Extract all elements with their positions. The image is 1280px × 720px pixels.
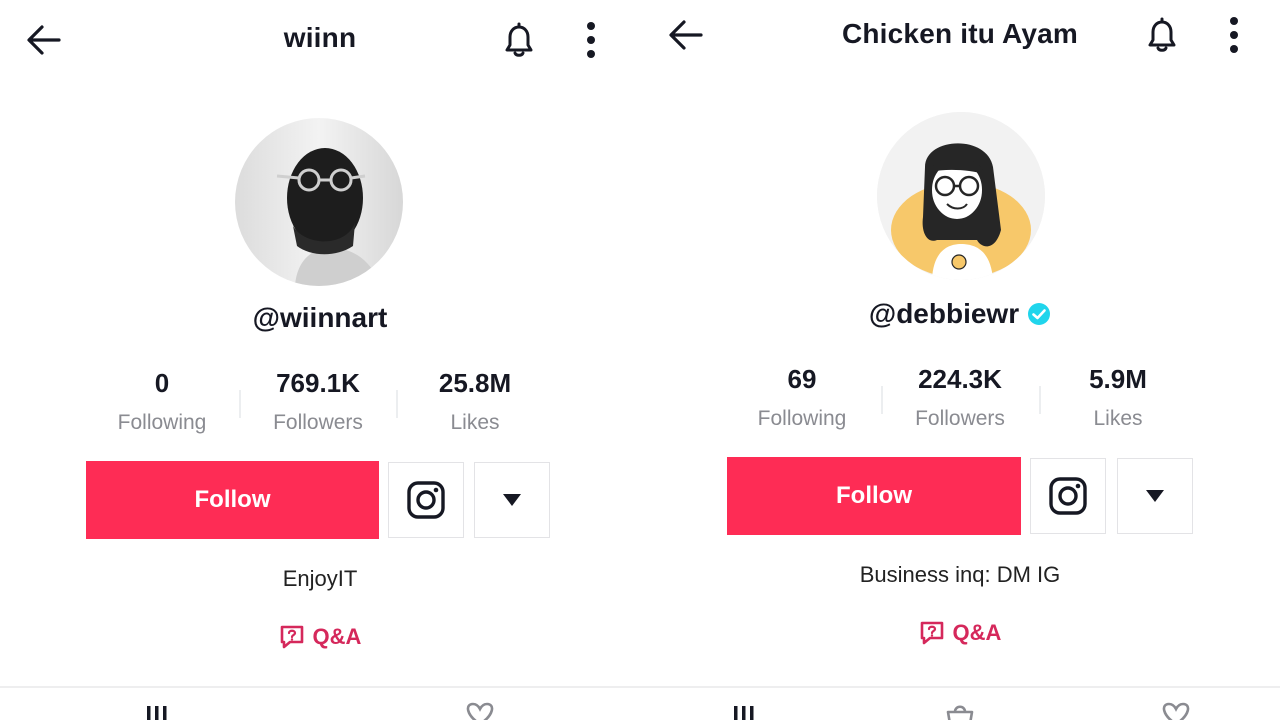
- profile-stats: 0 Following 769.1K Followers 25.8M Likes: [0, 368, 640, 448]
- stat-label: Likes: [450, 411, 500, 434]
- stat-value: 69: [787, 364, 817, 394]
- instagram-icon: [1049, 477, 1087, 515]
- caret-down-icon: [503, 494, 521, 506]
- qa-label: Q&A: [952, 620, 1002, 645]
- stat-label: Likes: [1093, 407, 1143, 430]
- stat-label: Following: [117, 411, 207, 434]
- question-bubble-icon: [280, 625, 303, 649]
- more-vertical-icon: [587, 22, 595, 58]
- username: @debbiewr: [640, 298, 1280, 330]
- stat-value: 769.1K: [276, 368, 360, 398]
- top-bar: Chicken itu Ayam: [640, 0, 1280, 80]
- qa-label: Q&A: [312, 624, 362, 649]
- more-dropdown-button[interactable]: [1117, 458, 1193, 534]
- stat-value: 0: [154, 368, 170, 398]
- tab-videos[interactable]: [137, 702, 177, 720]
- stat-label: Followers: [915, 407, 1005, 430]
- tab-liked[interactable]: [1156, 702, 1196, 720]
- bell-icon: [1148, 17, 1176, 52]
- bio-text: Business inq: DM IG: [859, 562, 1061, 587]
- more-options-button[interactable]: [569, 18, 613, 62]
- tab-shop[interactable]: [940, 702, 980, 720]
- stat-likes[interactable]: 5.9M Likes: [1040, 364, 1196, 431]
- bell-icon: [505, 22, 533, 57]
- stat-label: Followers: [273, 411, 363, 434]
- bag-tab-icon: [946, 705, 974, 720]
- stat-followers[interactable]: 224.3K Followers: [882, 364, 1038, 431]
- instagram-button[interactable]: [388, 462, 464, 538]
- verified-badge-icon: [1027, 302, 1051, 326]
- caret-down-icon: [1146, 490, 1164, 502]
- stat-label: Following: [757, 407, 847, 430]
- more-options-button[interactable]: [1212, 13, 1256, 57]
- content-tab-bar: [0, 686, 640, 720]
- avatar: [235, 118, 403, 286]
- profile-stats: 69 Following 224.3K Followers 5.9M Likes: [640, 364, 1280, 444]
- notification-bell-button[interactable]: [1140, 13, 1184, 57]
- heart-tab-icon: [466, 702, 494, 720]
- stat-following[interactable]: 0 Following: [84, 368, 240, 435]
- stat-value: 5.9M: [1089, 364, 1147, 394]
- bio-text: EnjoyIT: [282, 566, 358, 591]
- more-dropdown-button[interactable]: [474, 462, 550, 538]
- username-text: @wiinnart: [252, 302, 388, 333]
- grid-tab-icon: [734, 706, 754, 720]
- notification-bell-button[interactable]: [497, 18, 541, 62]
- heart-tab-icon: [1162, 702, 1190, 720]
- qa-link[interactable]: Q&A: [0, 624, 640, 650]
- top-bar: wiinn: [0, 0, 640, 80]
- instagram-icon: [407, 481, 445, 519]
- qa-link[interactable]: Q&A: [640, 620, 1280, 646]
- instagram-button[interactable]: [1030, 458, 1106, 534]
- stat-likes[interactable]: 25.8M Likes: [397, 368, 553, 435]
- tab-liked[interactable]: [460, 702, 500, 720]
- follow-button[interactable]: Follow: [727, 457, 1021, 535]
- question-bubble-icon: [920, 621, 943, 645]
- page-title: Chicken itu Ayam: [841, 18, 1079, 49]
- username: @wiinnart: [0, 302, 640, 334]
- avatar: [877, 112, 1045, 280]
- page-title: wiinn: [283, 22, 357, 53]
- stat-following[interactable]: 69 Following: [724, 364, 880, 431]
- grid-tab-icon: [147, 706, 167, 720]
- profile-panel-right: Chicken itu Ayam @debbiewr 69 Following …: [640, 0, 1280, 720]
- content-tab-bar: [640, 686, 1280, 720]
- more-vertical-icon: [1230, 17, 1238, 53]
- username-text: @debbiewr: [868, 298, 1020, 329]
- stat-value: 25.8M: [438, 368, 512, 398]
- profile-panel-left: wiinn @wiinnart 0 Following 769.1K Follo…: [0, 0, 640, 720]
- follow-button[interactable]: Follow: [86, 461, 379, 539]
- tab-videos[interactable]: [724, 702, 764, 720]
- stat-followers[interactable]: 769.1K Followers: [240, 368, 396, 435]
- stat-value: 224.3K: [918, 364, 1002, 394]
